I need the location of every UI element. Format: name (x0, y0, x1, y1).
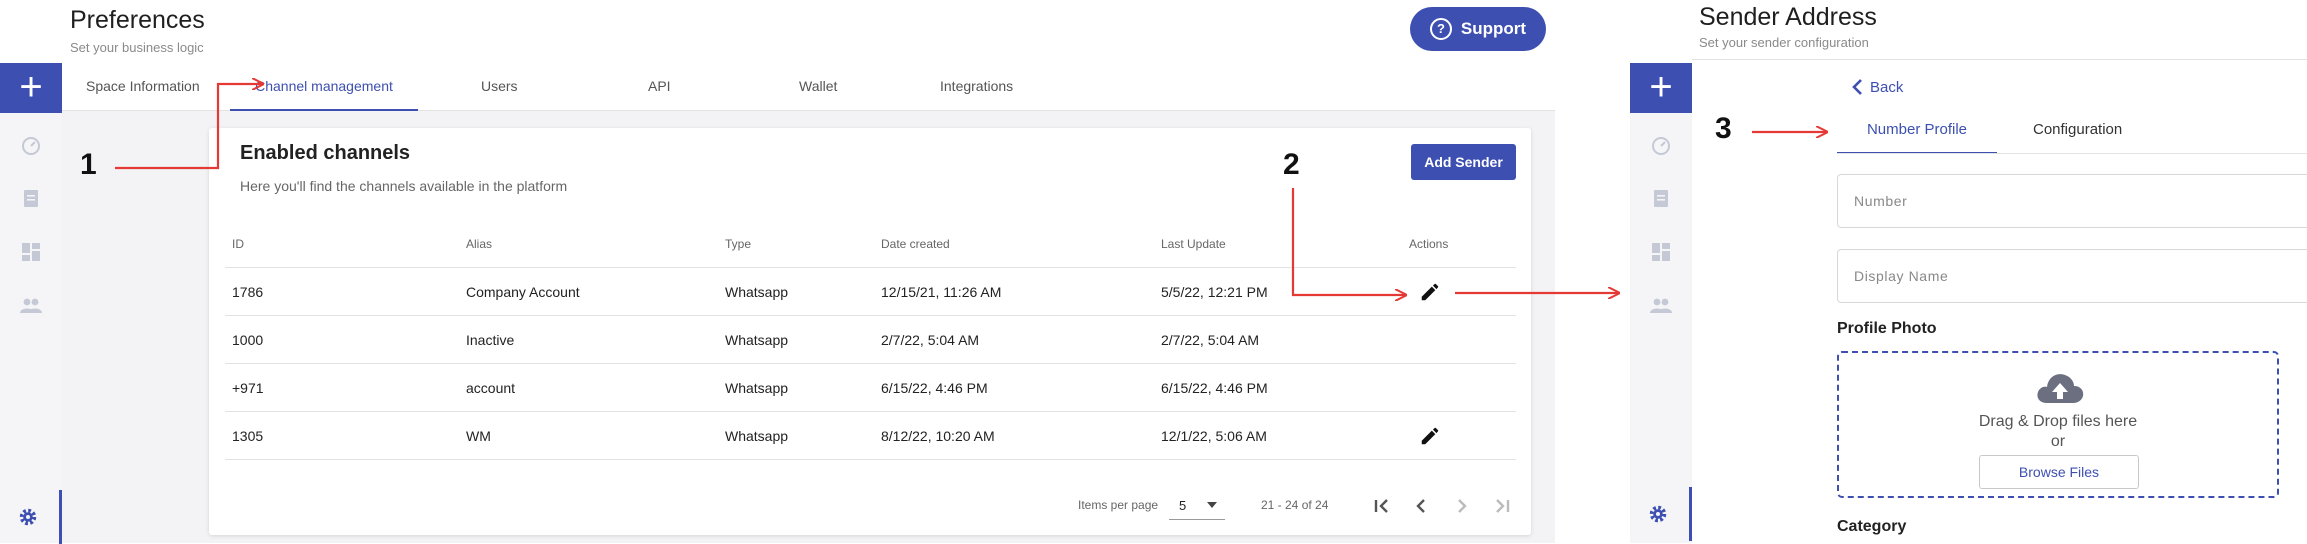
annotation-arrows (115, 0, 2307, 543)
arrow-to-edit-icon (1291, 188, 1405, 295)
arrow-to-channel-tab (115, 84, 262, 170)
